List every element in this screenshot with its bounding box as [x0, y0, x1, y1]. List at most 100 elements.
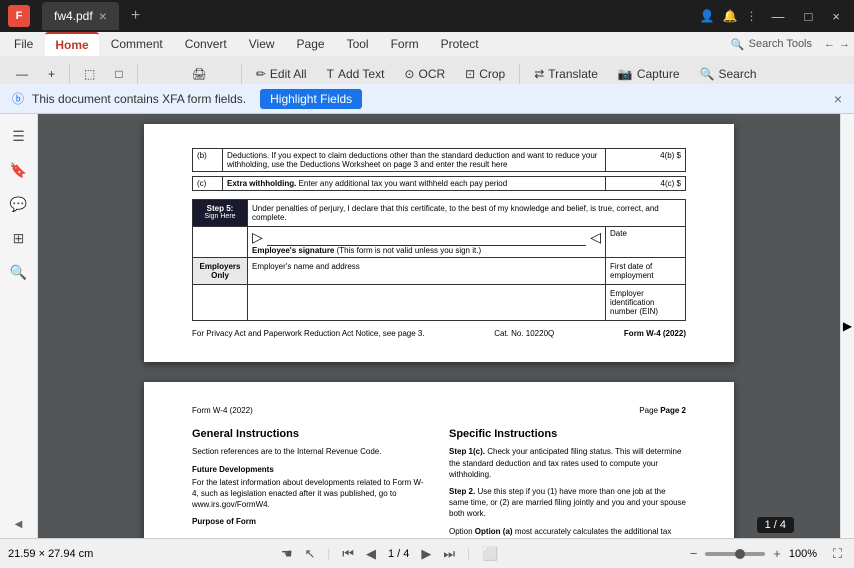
- sidebar-icon-comment[interactable]: 💬: [5, 190, 33, 218]
- main-area: ☰ 🔖 💬 ⊞ 🔍 ◀ (b) Deductions. If you expec…: [0, 114, 854, 538]
- fit-page-button[interactable]: ⬜: [478, 544, 502, 564]
- zoom-slider[interactable]: [705, 552, 765, 556]
- tab-close-icon[interactable]: ×: [99, 8, 107, 24]
- bottom-bar: 21.59 × 27.94 cm ☚ ↖ | ⏮ ◀ 1 / 4 ▶ ⏭ | ⬜…: [0, 538, 854, 568]
- add-text-button[interactable]: T Add Text: [319, 61, 393, 87]
- right-toggle-icon: ▶: [843, 319, 852, 333]
- hand-tool-button[interactable]: ☚: [277, 544, 297, 564]
- left-sidebar: ☰ 🔖 💬 ⊞ 🔍 ◀: [0, 114, 38, 538]
- tab-page[interactable]: Page: [287, 32, 335, 56]
- search-button[interactable]: 🔍 Search: [692, 61, 765, 87]
- page1-footer: For Privacy Act and Paperwork Reduction …: [192, 329, 686, 338]
- zoom-out-button[interactable]: —: [8, 61, 36, 87]
- zoom-out-bottom-button[interactable]: −: [686, 544, 702, 563]
- cursor-icon: ⬚: [84, 67, 95, 81]
- sidebar-icon-bookmark[interactable]: 🔖: [5, 156, 33, 184]
- nav-divider: |: [327, 548, 330, 560]
- employers-only-empty: [193, 285, 248, 321]
- toolbar-divider-4: [519, 64, 520, 84]
- capture-label: Capture: [637, 67, 680, 81]
- step5-date-area: Date: [606, 227, 686, 258]
- nav-back-icon[interactable]: ←: [824, 38, 835, 50]
- add-text-label: Add Text: [338, 67, 384, 81]
- privacy-text: For Privacy Act and Paperwork Reduction …: [192, 329, 425, 338]
- row-4c-note: Extra withholding. Enter any additional …: [223, 177, 606, 191]
- edit-all-button[interactable]: ✏ Edit All: [248, 61, 315, 87]
- redo-button[interactable]: [164, 61, 180, 87]
- sidebar-icon-menu[interactable]: ☰: [5, 122, 33, 150]
- step5-empty: [193, 227, 248, 258]
- zoom-in-button[interactable]: +: [40, 61, 63, 87]
- search-tools-icon: 🔍: [731, 38, 745, 51]
- toolbar-divider-3: [241, 64, 242, 84]
- tab-convert[interactable]: Convert: [175, 32, 237, 56]
- tab-add-icon[interactable]: +: [131, 7, 140, 25]
- translate-icon: ⇄: [534, 67, 544, 81]
- last-page-button[interactable]: ⏭: [439, 544, 459, 564]
- form-label: Form W-4 (2022): [624, 329, 686, 338]
- fullscreen-button[interactable]: ⛶: [829, 544, 846, 564]
- select-tool-button[interactable]: ⬚: [76, 61, 103, 87]
- bottom-center: ☚ ↖ | ⏮ ◀ 1 / 4 ▶ ⏭ | ⬜: [277, 544, 502, 564]
- page-display: 1 / 4: [384, 548, 413, 560]
- app-logo: F: [8, 5, 30, 27]
- highlight-fields-button[interactable]: Highlight Fields: [260, 89, 362, 109]
- tab-tool[interactable]: Tool: [337, 32, 379, 56]
- notif-message: This document contains XFA form fields.: [32, 92, 246, 106]
- row-4b-label: (b): [193, 149, 223, 172]
- general-instructions-title: General Instructions: [192, 427, 429, 442]
- translate-button[interactable]: ⇄ Translate: [526, 61, 606, 87]
- next-page-button[interactable]: ▶: [417, 544, 435, 564]
- pdf-tab[interactable]: fw4.pdf ×: [42, 2, 119, 30]
- select-tool-bottom-button[interactable]: ↖: [301, 544, 320, 564]
- sidebar-expand-icon[interactable]: ◀: [15, 519, 23, 530]
- dimensions-label: 21.59 × 27.94 cm: [8, 548, 93, 560]
- general-text: Section references are to the Internal R…: [192, 446, 429, 457]
- step5-sig-area: ▷ ◁ Employee's signature (This form is n…: [248, 227, 606, 258]
- employers-only-label: Employers Only: [193, 258, 248, 285]
- first-page-button[interactable]: ⏮: [338, 544, 358, 564]
- close-window-button[interactable]: ×: [826, 7, 846, 26]
- page2-header-right: Page Page 2: [639, 406, 686, 415]
- shape-tool-button[interactable]: □: [107, 61, 130, 87]
- overflow-menu-icon[interactable]: ⋮: [746, 9, 758, 23]
- edit-all-label: Edit All: [270, 67, 307, 81]
- title-bar-right: 👤 🔔 ⋮ — □ ×: [700, 7, 846, 26]
- tab-protect[interactable]: Protect: [431, 32, 489, 56]
- ocr-label: OCR: [418, 67, 445, 81]
- tab-comment[interactable]: Comment: [101, 32, 173, 56]
- sidebar-icon-search[interactable]: 🔍: [5, 258, 33, 286]
- title-bar: F fw4.pdf × + 👤 🔔 ⋮ — □ ×: [0, 0, 854, 32]
- page2-header: Form W-4 (2022) Page Page 2: [192, 406, 686, 415]
- ribbon: File Home Comment Convert View Page Tool…: [0, 32, 854, 84]
- notifications-icon: 🔔: [723, 9, 738, 23]
- crop-button[interactable]: ⊡ Crop: [457, 61, 513, 87]
- emp-name-cell: Employer's name and address: [248, 258, 606, 285]
- notif-close-icon[interactable]: ×: [834, 91, 842, 107]
- nav-forward-icon[interactable]: →: [839, 38, 850, 50]
- tab-home[interactable]: Home: [45, 32, 98, 56]
- toolbar-divider-1: [69, 64, 70, 84]
- future-text: For the latest information about develop…: [192, 477, 429, 511]
- page2-right-col: Specific Instructions Step 1(c). Check y…: [449, 427, 686, 538]
- sidebar-icon-layers[interactable]: ⊞: [5, 224, 33, 252]
- prev-page-button[interactable]: ◀: [362, 544, 380, 564]
- ocr-button[interactable]: ⊙ OCR: [396, 61, 453, 87]
- zoom-in-bottom-button[interactable]: +: [769, 544, 785, 563]
- tab-file[interactable]: File: [4, 32, 43, 56]
- dropdown-button[interactable]: [219, 61, 235, 87]
- capture-button[interactable]: 📷 Capture: [610, 61, 688, 87]
- maximize-button[interactable]: □: [799, 7, 819, 26]
- tab-form[interactable]: Form: [381, 32, 429, 56]
- search-tools-label[interactable]: Search Tools: [749, 38, 812, 50]
- print-button[interactable]: 🖨: [184, 61, 215, 87]
- undo-button[interactable]: [144, 61, 160, 87]
- tab-view[interactable]: View: [239, 32, 285, 56]
- right-sidebar-toggle[interactable]: ▶: [840, 114, 854, 538]
- zoom-controls: − + 100% ⛶: [686, 544, 846, 564]
- minimize-button[interactable]: —: [766, 7, 791, 26]
- purpose-title: Purpose of Form: [192, 516, 429, 527]
- pdf-page-1: (b) Deductions. If you expect to claim d…: [144, 124, 734, 362]
- page-indicator: 1 / 4: [757, 517, 794, 533]
- search-label: Search: [718, 67, 756, 81]
